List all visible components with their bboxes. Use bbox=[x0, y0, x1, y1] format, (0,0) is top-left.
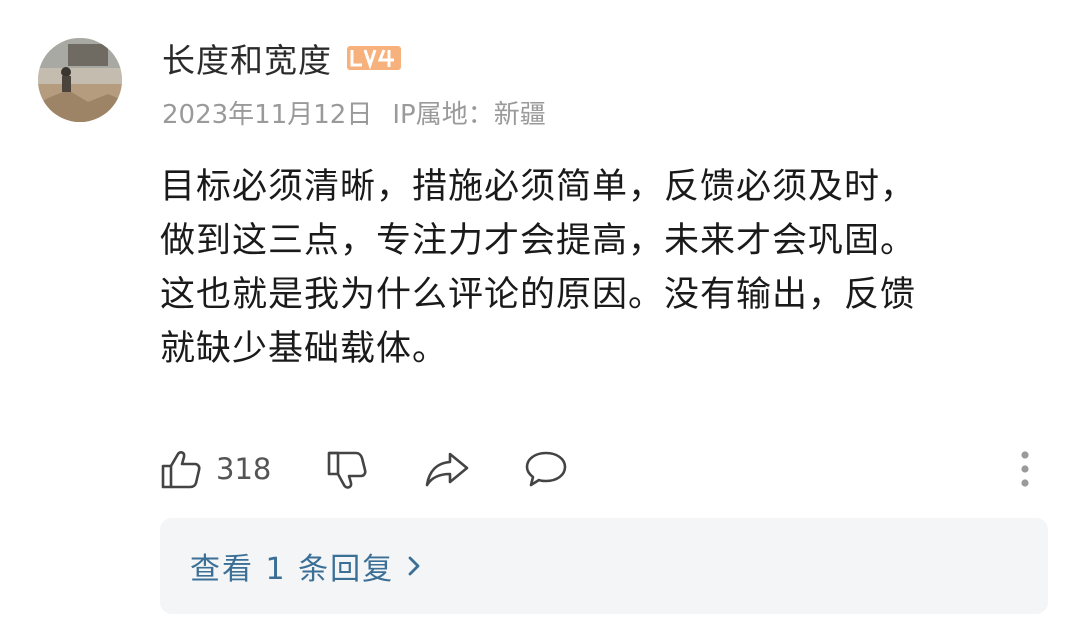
level-badge bbox=[346, 45, 402, 71]
like-count: 318 bbox=[216, 452, 272, 486]
user-header: 长度和宽度 bbox=[162, 36, 402, 80]
like-button[interactable]: 318 bbox=[160, 444, 271, 494]
share-icon bbox=[425, 452, 469, 487]
comment-icon bbox=[525, 451, 567, 487]
comment-card: 长度和宽度 2023年11月12日 IP属地：新疆 目标必须清晰，措施必须简单，… bbox=[0, 0, 1080, 639]
more-button[interactable] bbox=[1010, 444, 1040, 494]
dislike-button[interactable] bbox=[326, 444, 368, 494]
comment-text-line: 就缺少基础载体。 bbox=[160, 329, 449, 369]
comment-text: 目标必须清晰，措施必须简单，反馈必须及时， 做到这三点，专注力才会提高，未来才会… bbox=[160, 160, 1040, 376]
username[interactable]: 长度和宽度 bbox=[162, 34, 332, 82]
comment-text-line: 这也就是我为什么评论的原因。没有输出，反馈 bbox=[160, 275, 917, 315]
view-replies-link[interactable]: 查看 1 条回复 bbox=[190, 518, 422, 614]
comment-text-line: 目标必须清晰，措施必须简单，反馈必须及时， bbox=[160, 167, 917, 207]
replies-panel: 查看 1 条回复 bbox=[160, 518, 1048, 614]
thumbs-up-icon bbox=[161, 451, 201, 489]
comment-date: 2023年11月12日 bbox=[162, 100, 373, 130]
ip-location: IP属地：新疆 bbox=[392, 100, 546, 130]
more-vertical-icon bbox=[1021, 451, 1029, 487]
comment-meta: 2023年11月12日 IP属地：新疆 bbox=[162, 94, 546, 131]
level-badge-icon bbox=[347, 46, 401, 70]
view-replies-label: 查看 1 条回复 bbox=[190, 552, 395, 587]
comment-text-line: 做到这三点，专注力才会提高，未来才会巩固。 bbox=[160, 221, 917, 261]
chevron-right-icon bbox=[406, 554, 422, 578]
comment-button[interactable] bbox=[524, 444, 568, 494]
comment-actions: 318 bbox=[160, 444, 1040, 494]
thumbs-down-icon bbox=[327, 451, 367, 489]
avatar[interactable] bbox=[38, 38, 122, 122]
share-button[interactable] bbox=[424, 444, 470, 494]
